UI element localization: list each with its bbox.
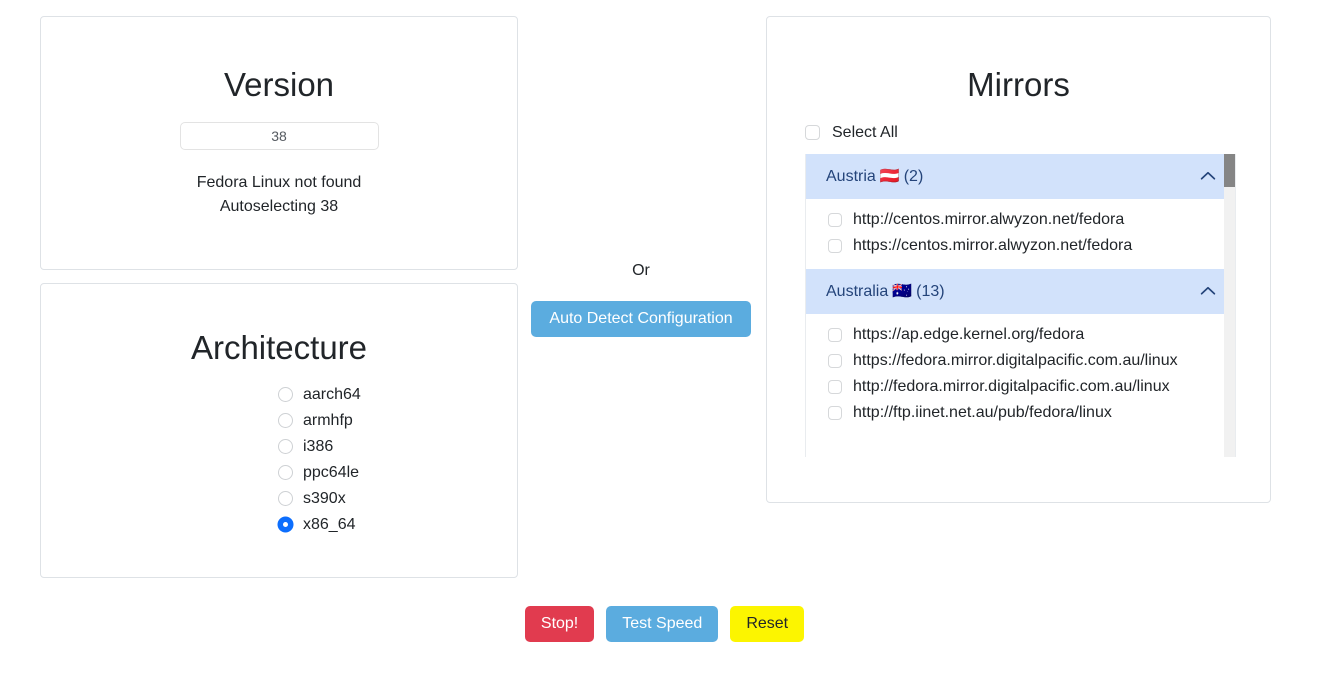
select-all-label: Select All: [832, 123, 898, 141]
mirror-row[interactable]: https://centos.mirror.alwyzon.net/fedora: [806, 233, 1235, 259]
mirror-row[interactable]: http://ftp.iinet.net.au/pub/fedora/linux: [806, 400, 1235, 426]
architecture-option-label: s390x: [303, 489, 346, 507]
radio-icon[interactable]: [278, 439, 293, 455]
mirror-url-label: https://centos.mirror.alwyzon.net/fedora: [853, 236, 1133, 254]
chevron-up-icon[interactable]: [1197, 280, 1219, 302]
mirror-row[interactable]: http://centos.mirror.alwyzon.net/fedora: [806, 207, 1235, 233]
mirror-checkbox[interactable]: [828, 238, 842, 253]
radio-icon[interactable]: [278, 387, 293, 403]
mirrors-scrollbar[interactable]: [1224, 153, 1235, 457]
mirror-url-label: http://fedora.mirror.digitalpacific.com.…: [853, 377, 1170, 395]
architecture-option-label: i386: [303, 437, 334, 455]
reset-button[interactable]: Reset: [730, 606, 805, 642]
radio-icon[interactable]: [278, 491, 293, 507]
architecture-panel: Architecture aarch64 armhfp i386 ppc64le s39…: [40, 283, 518, 578]
mirror-group-country: Australia: [826, 283, 889, 301]
mirror-group-australia: Australia 🇦🇺 (13) https://ap.edge.kernel.or…: [806, 268, 1235, 436]
mirror-checkbox[interactable]: [828, 353, 842, 368]
mirrors-panel-title: Mirrors: [967, 66, 1070, 103]
architecture-option-i386[interactable]: i386: [41, 434, 517, 460]
architecture-option-s390x[interactable]: s390x: [41, 486, 517, 512]
mirror-checkbox[interactable]: [828, 405, 842, 420]
architecture-radio-group: aarch64 armhfp i386 ppc64le s390x x86_64: [41, 382, 517, 538]
radio-icon[interactable]: [278, 465, 293, 481]
mirror-group-count: (13): [916, 283, 945, 301]
mirror-url-label: https://ap.edge.kernel.org/fedora: [853, 325, 1085, 343]
architecture-option-label: aarch64: [303, 385, 361, 403]
version-status-line-1: Fedora Linux not found: [196, 173, 362, 191]
mirror-group-austria: Austria 🇦🇹 (2) http://centos.mirror.alwyzon…: [806, 153, 1235, 269]
architecture-option-aarch64[interactable]: aarch64: [41, 382, 517, 408]
mirrors-panel: Mirrors Select All Austria 🇦🇹 (2) http://ce…: [766, 16, 1271, 503]
version-panel: Version Fedora Linux not found Autoselec…: [40, 16, 518, 270]
mirrors-scrollbar-thumb[interactable]: [1224, 153, 1235, 187]
country-flag-icon: 🇦🇺: [892, 283, 913, 301]
select-all-checkbox[interactable]: [805, 125, 820, 141]
mirror-group-label: Austria 🇦🇹 (2): [826, 166, 923, 186]
mirror-group-count: (2): [903, 168, 924, 186]
chevron-up-icon[interactable]: [1197, 165, 1219, 187]
mirror-group-label: Australia 🇦🇺 (13): [826, 281, 945, 301]
radio-icon[interactable]: [278, 517, 293, 533]
mirror-checkbox[interactable]: [828, 327, 842, 342]
mirrors-scroll-area[interactable]: Austria 🇦🇹 (2) http://centos.mirror.alwyzon…: [805, 153, 1236, 457]
mirror-row[interactable]: https://fedora.mirror.digitalpacific.com…: [806, 348, 1235, 374]
mirror-group-country: Austria: [826, 168, 876, 186]
mirror-groups: Austria 🇦🇹 (2) http://centos.mirror.alwyzon…: [806, 153, 1235, 436]
mirror-row[interactable]: https://ap.edge.kernel.org/fedora: [806, 322, 1235, 348]
version-status: Fedora Linux not found Autoselecting 38: [41, 171, 517, 219]
mirror-url-label: https://fedora.mirror.digitalpacific.com…: [853, 351, 1178, 369]
select-all-row[interactable]: Select All: [805, 124, 1270, 142]
mirror-group-header[interactable]: Austria 🇦🇹 (2): [806, 153, 1235, 199]
stop-button[interactable]: Stop!: [524, 606, 595, 642]
architecture-option-label: armhfp: [303, 411, 353, 429]
footer-button-bar: Stop! Test Speed Reset: [0, 606, 1329, 642]
mirror-checkbox[interactable]: [828, 212, 842, 227]
app-root: Version Fedora Linux not found Autoselec…: [0, 0, 1329, 698]
architecture-option-label: ppc64le: [303, 463, 360, 481]
mirror-row[interactable]: http://fedora.mirror.digitalpacific.com.…: [806, 374, 1235, 400]
auto-detect-configuration-button[interactable]: Auto Detect Configuration: [531, 301, 751, 337]
mirror-url-label: http://centos.mirror.alwyzon.net/fedora: [853, 210, 1125, 228]
architecture-option-x86_64[interactable]: x86_64: [41, 512, 517, 538]
architecture-panel-title: Architecture: [190, 329, 368, 366]
country-flag-icon: 🇦🇹: [879, 168, 900, 186]
mirror-url-label: http://ftp.iinet.net.au/pub/fedora/linux: [853, 403, 1112, 421]
architecture-option-ppc64le[interactable]: ppc64le: [41, 460, 517, 486]
mirror-list: https://ap.edge.kernel.org/fedora https:/…: [806, 314, 1235, 436]
mirror-checkbox[interactable]: [828, 379, 842, 394]
mirror-list: http://centos.mirror.alwyzon.net/fedora h…: [806, 199, 1235, 269]
version-input[interactable]: [179, 121, 379, 150]
architecture-option-label: x86_64: [303, 515, 356, 533]
architecture-option-armhfp[interactable]: armhfp: [41, 408, 517, 434]
radio-icon[interactable]: [278, 413, 293, 429]
test-speed-button[interactable]: Test Speed: [606, 606, 719, 642]
version-panel-title: Version: [223, 66, 335, 103]
or-label: Or: [632, 262, 650, 279]
mirror-group-header[interactable]: Australia 🇦🇺 (13): [806, 268, 1235, 314]
version-status-line-2: Autoselecting 38: [219, 197, 339, 215]
